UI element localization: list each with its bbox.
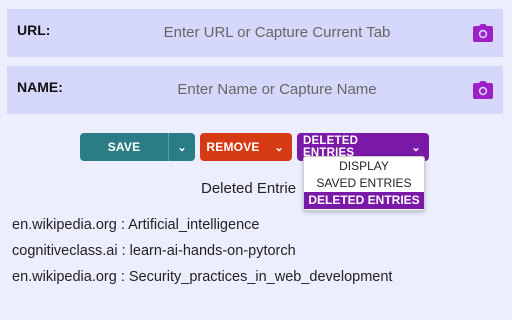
remove-button-label: REMOVE <box>206 140 260 154</box>
list-item: en.wikipedia.org : Security_practices_in… <box>12 269 393 285</box>
name-input[interactable] <box>87 76 467 102</box>
url-input[interactable] <box>87 19 467 45</box>
name-label: NAME: <box>17 79 63 95</box>
list-item: en.wikipedia.org : Artificial_intelligen… <box>12 217 260 233</box>
list-item: cognitiveclass.ai : learn-ai-hands-on-py… <box>12 243 296 259</box>
save-button-label: SAVE <box>107 140 141 154</box>
url-field-container: URL: <box>7 9 503 57</box>
section-title: Deleted Entrie <box>201 180 297 197</box>
dropdown-option-deleted-entries[interactable]: DELETED ENTRIES <box>304 192 424 209</box>
chevron-down-icon[interactable]: ⌄ <box>403 141 429 154</box>
save-button[interactable]: SAVE ⌄ <box>80 133 195 161</box>
dropdown-option-display[interactable]: DISPLAY <box>304 158 424 175</box>
chevron-down-icon[interactable]: ⌄ <box>169 141 195 154</box>
url-label: URL: <box>17 22 51 38</box>
chevron-down-icon[interactable]: ⌄ <box>266 141 292 154</box>
entries-list: en.wikipedia.org : Artificial_intelligen… <box>12 216 392 294</box>
view-dropdown-menu: DISPLAY SAVED ENTRIES DELETED ENTRIES <box>303 156 425 211</box>
name-field-container: NAME: <box>7 66 503 114</box>
dropdown-option-saved-entries[interactable]: SAVED ENTRIES <box>304 175 424 192</box>
camera-icon[interactable] <box>473 24 493 42</box>
camera-icon[interactable] <box>473 81 493 99</box>
remove-button[interactable]: REMOVE ⌄ <box>200 133 292 161</box>
